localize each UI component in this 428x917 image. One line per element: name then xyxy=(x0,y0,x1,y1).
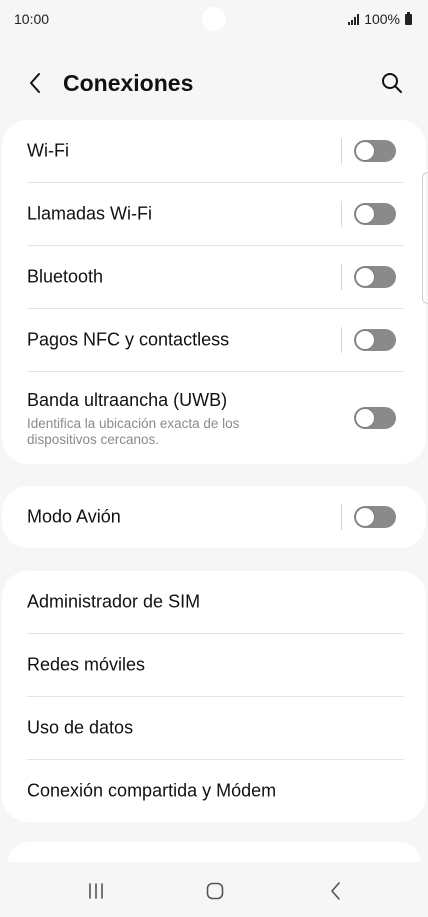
battery-percentage: 100% xyxy=(364,11,400,27)
divider xyxy=(341,138,342,164)
recent-apps-button[interactable] xyxy=(81,878,111,904)
airplane-mode-toggle[interactable] xyxy=(354,506,396,528)
divider xyxy=(341,327,342,353)
data-usage-label: Uso de datos xyxy=(27,717,134,738)
recent-apps-icon xyxy=(89,883,103,899)
bluetooth-row[interactable]: Bluetooth xyxy=(27,246,404,309)
connections-card: Wi-Fi Llamadas Wi-Fi Bluetooth Pagos NFC… xyxy=(2,120,426,464)
wifi-calling-toggle[interactable] xyxy=(354,203,396,225)
divider xyxy=(341,504,342,530)
uwb-toggle[interactable] xyxy=(354,407,396,429)
airplane-mode-row[interactable]: Modo Avión xyxy=(27,486,404,548)
back-button[interactable] xyxy=(20,68,50,98)
toggle-knob xyxy=(355,267,375,287)
data-usage-row[interactable]: Uso de datos xyxy=(27,697,404,760)
divider xyxy=(341,264,342,290)
scrollbar[interactable] xyxy=(422,172,428,304)
hotspot-row[interactable]: Conexión compartida y Módem xyxy=(27,760,404,822)
network-card: Administrador de SIM Redes móviles Uso d… xyxy=(2,571,426,822)
toggle-knob xyxy=(355,204,375,224)
uwb-subtitle: Identifica la ubicación exacta de los di… xyxy=(27,416,240,447)
toggle-knob xyxy=(355,507,375,527)
uwb-row[interactable]: Banda ultraancha (UWB) Identifica la ubi… xyxy=(27,372,404,464)
toggle-knob xyxy=(355,141,375,161)
status-bar: 10:00 100% xyxy=(0,0,428,38)
wifi-toggle[interactable] xyxy=(354,140,396,162)
nfc-label: Pagos NFC y contactless xyxy=(27,329,230,350)
camera-cutout xyxy=(202,7,226,31)
page-title: Conexiones xyxy=(63,70,194,96)
signal-icon xyxy=(348,13,360,25)
battery-icon xyxy=(405,11,412,25)
sim-manager-label: Administrador de SIM xyxy=(27,591,201,612)
wifi-calling-label: Llamadas Wi-Fi xyxy=(27,203,153,224)
app-header: Conexiones xyxy=(0,58,428,110)
wifi-label: Wi-Fi xyxy=(27,140,69,161)
nfc-toggle[interactable] xyxy=(354,329,396,351)
toggle-knob xyxy=(355,408,375,428)
home-icon xyxy=(206,882,224,900)
home-button[interactable] xyxy=(200,878,230,904)
wifi-row[interactable]: Wi-Fi xyxy=(27,120,404,183)
bluetooth-toggle[interactable] xyxy=(354,266,396,288)
nav-back-button[interactable] xyxy=(321,878,351,904)
status-icons: 100% xyxy=(348,11,412,27)
bluetooth-label: Bluetooth xyxy=(27,266,104,287)
chevron-left-icon xyxy=(30,73,40,93)
hotspot-label: Conexión compartida y Módem xyxy=(27,780,277,801)
search-button[interactable] xyxy=(377,68,407,98)
wifi-calling-row[interactable]: Llamadas Wi-Fi xyxy=(27,183,404,246)
sim-manager-row[interactable]: Administrador de SIM xyxy=(27,571,404,634)
mobile-networks-label: Redes móviles xyxy=(27,654,146,675)
toggle-knob xyxy=(355,330,375,350)
search-icon xyxy=(382,73,402,93)
mobile-networks-row[interactable]: Redes móviles xyxy=(27,634,404,697)
navigation-bar xyxy=(0,862,428,917)
nfc-row[interactable]: Pagos NFC y contactless xyxy=(27,309,404,372)
divider xyxy=(341,201,342,227)
airplane-mode-label: Modo Avión xyxy=(27,506,121,527)
status-time: 10:00 xyxy=(14,11,50,27)
back-icon xyxy=(331,882,340,900)
uwb-label: Banda ultraancha (UWB) xyxy=(27,390,228,410)
airplane-card: Modo Avión xyxy=(2,486,426,548)
